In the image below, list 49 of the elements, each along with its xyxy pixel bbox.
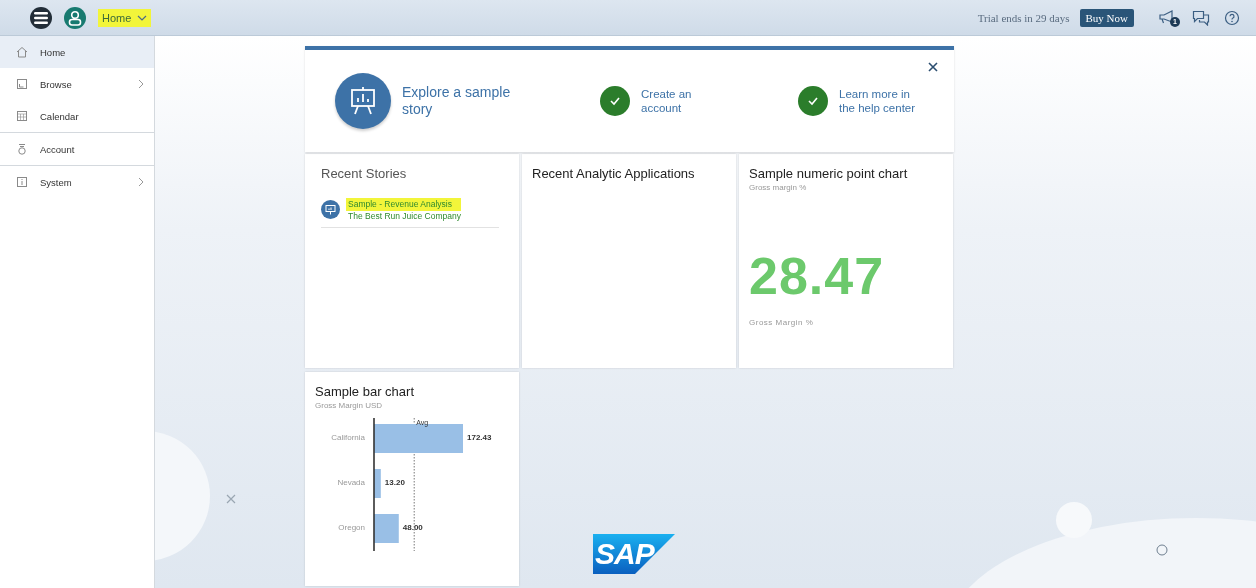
trial-notice: Trial ends in 29 days [977, 11, 1070, 24]
tile-title: Recent Analytic Applications [532, 166, 696, 181]
page-menu-button[interactable]: Home [98, 8, 152, 27]
tile-title: Recent Stories [320, 166, 408, 181]
menu-icon [33, 10, 49, 25]
user-avatar-button[interactable] [64, 6, 86, 29]
sidebar-item[interactable]: System [0, 166, 154, 198]
category-label: California [331, 433, 365, 442]
close-button[interactable] [928, 62, 938, 72]
bar [374, 514, 399, 543]
step-link[interactable]: Explore a sample story [402, 83, 532, 119]
chevron-right-icon [138, 79, 144, 89]
tile-subtitle: Gross Margin USD [315, 401, 384, 410]
category-label: Nevada [337, 478, 365, 487]
value-label: 48.00 [402, 523, 423, 532]
feedback-button[interactable] [1192, 9, 1210, 26]
tile-title: Sample numeric point chart [749, 166, 909, 181]
value-label: 172.43 [467, 433, 492, 442]
home-icon [16, 46, 28, 58]
chat-bubbles-icon [1192, 9, 1210, 26]
cross-decoration-icon [226, 494, 236, 504]
tile-title: Sample bar chart [315, 384, 415, 399]
close-icon [928, 62, 938, 72]
person-icon [68, 9, 82, 26]
sidebar-item[interactable]: Home [0, 36, 154, 68]
sidebar-item[interactable]: Account [0, 133, 154, 165]
menu-button[interactable] [30, 6, 52, 29]
value-label: 13.20 [384, 478, 405, 487]
sap-logo: SAP [593, 534, 675, 574]
help-button[interactable] [1224, 9, 1240, 26]
help-icon [1224, 9, 1240, 26]
sidebar-item[interactable]: Calendar [0, 100, 154, 132]
chevron-right-icon [138, 177, 144, 187]
step-link[interactable]: Learn more in the help center [839, 86, 929, 116]
sidebar-item[interactable]: Browse [0, 68, 154, 100]
chevron-down-icon [137, 14, 148, 21]
story-list-item[interactable]: Sample - Revenue Analysis The Best Run Juice Company [321, 198, 499, 228]
buy-now-button[interactable]: Buy Now [1079, 8, 1134, 27]
bar [374, 469, 381, 498]
info-icon [16, 176, 28, 188]
step-link[interactable]: Create an account [641, 86, 731, 116]
kpi-label: Gross Margin % [749, 318, 815, 327]
story-subtitle: The Best Run Juice Company [348, 211, 461, 221]
calendar-icon [16, 110, 28, 122]
tile-subtitle: Gross margin % [749, 183, 808, 192]
story-title: Sample - Revenue Analysis [346, 198, 461, 211]
presentation-icon [321, 200, 340, 219]
kpi-value: 28.47 [749, 246, 886, 306]
category-label: Oregon [338, 523, 365, 532]
